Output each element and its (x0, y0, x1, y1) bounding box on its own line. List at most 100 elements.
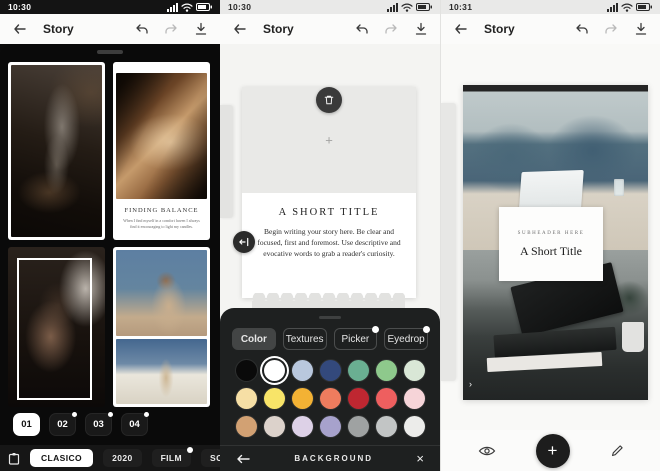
download-button[interactable] (414, 22, 428, 36)
smoke-photo (11, 65, 102, 237)
color-swatch[interactable] (264, 388, 285, 409)
photo-placeholder[interactable]: + (242, 87, 416, 193)
page-title: Story (484, 22, 515, 36)
template-thumb-duo[interactable] (113, 247, 210, 407)
swipe-left-button[interactable] (233, 231, 255, 253)
template-thumb-smoke[interactable] (8, 62, 105, 240)
color-swatch[interactable] (236, 416, 257, 437)
color-swatch[interactable] (292, 360, 313, 381)
status-bar: 10:30 (220, 0, 440, 14)
screen-story-preview: 10:31 Story (440, 0, 660, 471)
redo-icon (384, 23, 399, 36)
new-dot (372, 326, 379, 333)
category-film[interactable]: FILM (152, 449, 191, 467)
tab-eyedrop[interactable]: Eyedrop (384, 328, 428, 350)
templates-panel: FINDING BALANCE When I find myself in a … (0, 44, 220, 471)
undo-icon (574, 23, 589, 36)
clipboard-icon[interactable] (8, 452, 20, 465)
category-2020[interactable]: 2020 (103, 449, 142, 467)
undo-button[interactable] (134, 23, 149, 36)
prev-page-peek[interactable] (220, 105, 233, 218)
prev-page-peek[interactable] (441, 103, 456, 381)
wifi-icon (621, 3, 633, 12)
color-swatch[interactable] (292, 416, 313, 437)
undo-icon (354, 23, 369, 36)
color-swatch[interactable] (376, 360, 397, 381)
edit-button[interactable] (610, 444, 624, 458)
delete-button[interactable] (316, 87, 342, 113)
color-swatch[interactable] (292, 388, 313, 409)
download-icon (634, 22, 648, 36)
collapse-back-button[interactable] (236, 453, 251, 465)
color-swatch[interactable] (264, 416, 285, 437)
card-title[interactable]: A SHORT TITLE (242, 207, 416, 218)
page-tab-01[interactable]: 01 (13, 413, 40, 436)
subheader-text: SUBHEADER HERE (499, 231, 603, 236)
redo-button[interactable] (384, 23, 399, 36)
page-tab-04[interactable]: 04 (121, 413, 148, 436)
close-button[interactable]: × (416, 452, 424, 465)
battery-icon (416, 3, 432, 11)
color-swatch[interactable] (236, 360, 257, 381)
title-text: A Short Title (499, 244, 603, 259)
tab-color[interactable]: Color (232, 328, 276, 350)
status-time: 10:30 (228, 2, 251, 12)
redo-button[interactable] (164, 23, 179, 36)
story-card[interactable]: + A SHORT TITLE Begin writing your story… (242, 87, 416, 298)
battery-icon (196, 3, 212, 11)
screen-template-browser: 10:30 Story FINDING BALANCE (0, 0, 220, 471)
color-swatch[interactable] (348, 416, 369, 437)
download-button[interactable] (634, 22, 648, 36)
category-scrapbook[interactable]: SCRAPBOOK (201, 449, 220, 467)
color-swatch[interactable] (376, 388, 397, 409)
tab-picker[interactable]: Picker (334, 328, 378, 350)
color-swatch[interactable] (404, 416, 425, 437)
color-swatch[interactable] (376, 416, 397, 437)
new-dot (423, 326, 430, 333)
redo-icon (164, 23, 179, 36)
signal-icon (167, 3, 178, 12)
story-page[interactable]: › SUBHEADER HERE A Short Title (463, 85, 648, 400)
redo-button[interactable] (604, 23, 619, 36)
signal-icon (607, 3, 618, 12)
card-body[interactable]: Begin writing your story here. Be clear … (242, 226, 416, 259)
download-icon (414, 22, 428, 36)
back-button[interactable] (453, 22, 468, 36)
preview-canvas: › SUBHEADER HERE A Short Title (441, 44, 660, 430)
color-swatch[interactable] (348, 388, 369, 409)
tab-textures[interactable]: Textures (283, 328, 327, 350)
color-swatch[interactable] (236, 388, 257, 409)
undo-icon (134, 23, 149, 36)
color-swatch[interactable] (348, 360, 369, 381)
add-page-button[interactable]: + (536, 434, 570, 468)
undo-button[interactable] (574, 23, 589, 36)
undo-button[interactable] (354, 23, 369, 36)
download-button[interactable] (194, 22, 208, 36)
color-swatch[interactable] (320, 388, 341, 409)
glass-shape (614, 179, 624, 196)
sheet-drag-handle[interactable] (319, 316, 341, 319)
title-card[interactable]: SUBHEADER HERE A Short Title (499, 207, 603, 281)
template-thumb-hair[interactable] (8, 247, 105, 407)
template-thumb-finding-balance[interactable]: FINDING BALANCE When I find myself in a … (113, 62, 210, 240)
plant-pot-shape (622, 322, 644, 352)
signal-icon (387, 3, 398, 12)
color-swatch-selected[interactable] (264, 360, 285, 381)
app-bar: Story (441, 14, 660, 44)
color-swatch[interactable] (320, 416, 341, 437)
category-clasico[interactable]: CLASICO (30, 449, 93, 467)
screen-background-editor: 10:30 Story + (220, 0, 440, 471)
beach-photo (116, 339, 207, 404)
page-tab-03[interactable]: 03 (85, 413, 112, 436)
preview-button[interactable] (478, 445, 496, 457)
back-button[interactable] (12, 22, 27, 36)
page-tab-02[interactable]: 02 (49, 413, 76, 436)
new-dot (108, 412, 113, 417)
color-swatch[interactable] (404, 388, 425, 409)
status-time: 10:31 (449, 2, 472, 12)
wifi-icon (401, 3, 413, 12)
color-swatch[interactable] (404, 360, 425, 381)
back-button[interactable] (232, 22, 247, 36)
app-bar: Story (220, 14, 440, 44)
color-swatch[interactable] (320, 360, 341, 381)
